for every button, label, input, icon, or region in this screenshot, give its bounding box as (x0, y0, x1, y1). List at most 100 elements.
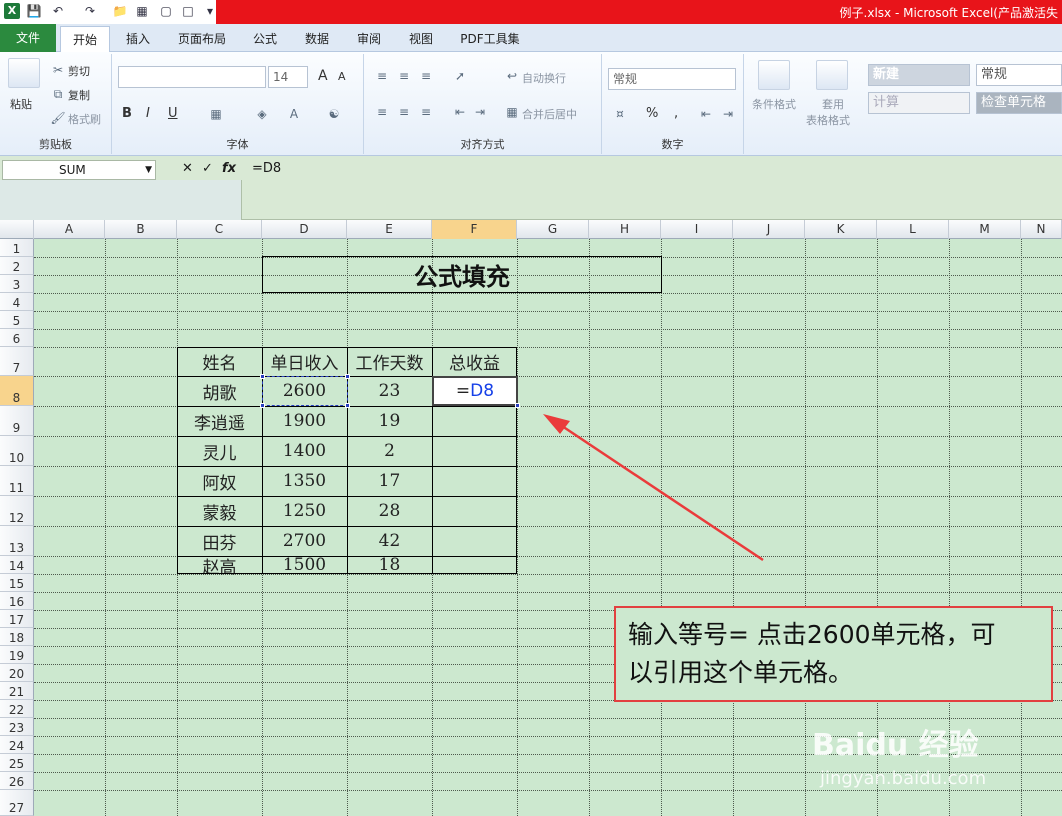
table-header[interactable]: 工作天数 (347, 347, 432, 376)
tab-formulas[interactable]: 公式 (244, 26, 286, 52)
format-painter-button[interactable]: 格式刷 (68, 111, 101, 127)
percent-button[interactable]: % (646, 106, 658, 121)
row-header-11[interactable]: 11 (0, 466, 34, 496)
cancel-icon[interactable]: ✕ (182, 161, 193, 176)
cut-button[interactable]: 剪切 (68, 63, 90, 79)
font-color-icon[interactable]: A (286, 106, 302, 122)
paste-icon[interactable] (8, 58, 40, 88)
table-cell[interactable]: 28 (347, 496, 432, 526)
wrap-text-button[interactable]: 自动换行 (522, 70, 566, 86)
fill-color-icon[interactable]: ◈ (254, 106, 270, 122)
decrease-decimal-icon[interactable]: ⇥ (720, 106, 736, 122)
save-icon[interactable]: 💾 (26, 3, 42, 19)
table-cell[interactable]: 阿奴 (177, 466, 262, 496)
row-header-27[interactable]: 27 (0, 790, 34, 816)
column-header-f[interactable]: F (432, 220, 517, 239)
table-cell[interactable]: 灵儿 (177, 436, 262, 466)
row-header-3[interactable]: 3 (0, 275, 34, 293)
row-header-7[interactable]: 7 (0, 347, 34, 376)
column-header-g[interactable]: G (517, 220, 589, 239)
table-cell[interactable]: 2 (347, 436, 432, 466)
table-cell-total[interactable] (432, 556, 517, 574)
table-header[interactable]: 姓名 (177, 347, 262, 376)
table-cell[interactable]: 2700 (262, 526, 347, 556)
table-cell[interactable]: 17 (347, 466, 432, 496)
table-cell[interactable]: 胡歌 (177, 376, 262, 406)
style-calc[interactable]: 计算 (868, 92, 970, 114)
row-header-18[interactable]: 18 (0, 628, 34, 646)
column-header-i[interactable]: I (661, 220, 733, 239)
table-header[interactable]: 单日收入 (262, 347, 347, 376)
tab-insert[interactable]: 插入 (116, 26, 160, 52)
table-cell[interactable]: 1350 (262, 466, 347, 496)
table-header[interactable]: 总收益 (432, 347, 517, 376)
redo-icon[interactable]: ↷ (82, 3, 98, 19)
decrease-indent-icon[interactable]: ⇤ (452, 104, 468, 120)
row-header-25[interactable]: 25 (0, 754, 34, 772)
row-header-17[interactable]: 17 (0, 610, 34, 628)
column-header-e[interactable]: E (347, 220, 432, 239)
fill-handle[interactable] (515, 403, 520, 408)
paste-button[interactable]: 粘贴 (10, 96, 32, 112)
style-new[interactable]: 新建 (868, 64, 970, 86)
table-cell[interactable]: 赵高 (177, 556, 262, 578)
border-icon[interactable]: ▦ (208, 106, 224, 122)
conditional-format-button[interactable]: 条件格式 (752, 96, 796, 112)
row-header-20[interactable]: 20 (0, 664, 34, 682)
style-normal[interactable]: 常规 (976, 64, 1062, 86)
undo-icon[interactable]: ↶ (50, 3, 66, 19)
align-right-icon[interactable]: ≡ (418, 104, 434, 120)
table-cell-total[interactable] (432, 466, 517, 496)
row-header-13[interactable]: 13 (0, 526, 34, 556)
row-header-26[interactable]: 26 (0, 772, 34, 790)
row-header-2[interactable]: 2 (0, 257, 34, 275)
tab-file[interactable]: 文件 (0, 24, 56, 52)
merge-center-button[interactable]: 合并后居中 (522, 106, 577, 122)
align-bottom-icon[interactable]: ≡ (418, 68, 434, 84)
increase-decimal-icon[interactable]: ⇤ (698, 106, 714, 122)
font-name-box[interactable] (118, 66, 266, 88)
name-box[interactable]: SUM ▼ (2, 160, 156, 180)
sheet-title[interactable]: 公式填充 (262, 256, 662, 293)
column-header-j[interactable]: J (733, 220, 805, 239)
print-preview-icon[interactable]: ▢ (158, 3, 174, 19)
table-cell[interactable]: 1900 (262, 406, 347, 436)
format-as-table-icon[interactable] (816, 60, 848, 90)
row-header-1[interactable]: 1 (0, 239, 34, 257)
underline-button[interactable]: U (168, 106, 178, 121)
active-cell[interactable]: = D8 (432, 376, 518, 406)
column-header-d[interactable]: D (262, 220, 347, 239)
tab-page-layout[interactable]: 页面布局 (170, 26, 234, 52)
new-file-icon[interactable]: □ (180, 3, 196, 19)
align-left-icon[interactable]: ≡ (374, 104, 390, 120)
table-cell[interactable]: 1250 (262, 496, 347, 526)
row-header-24[interactable]: 24 (0, 736, 34, 754)
tab-data[interactable]: 数据 (296, 26, 338, 52)
open-folder-icon[interactable]: 📁 (112, 3, 128, 19)
copy-button[interactable]: 复制 (68, 87, 90, 103)
tab-home[interactable]: 开始 (60, 26, 110, 53)
row-header-12[interactable]: 12 (0, 496, 34, 526)
column-header-b[interactable]: B (105, 220, 177, 239)
table-cell-total[interactable] (432, 526, 517, 556)
comma-button[interactable]: , (674, 106, 678, 121)
insert-function-icon[interactable]: fx (222, 161, 236, 176)
currency-icon[interactable]: ¤ (612, 106, 628, 122)
row-header-19[interactable]: 19 (0, 646, 34, 664)
row-header-6[interactable]: 6 (0, 329, 34, 347)
row-header-15[interactable]: 15 (0, 574, 34, 592)
align-top-icon[interactable]: ≡ (374, 68, 390, 84)
tab-review[interactable]: 审阅 (348, 26, 390, 52)
column-header-a[interactable]: A (34, 220, 105, 239)
formula-input[interactable]: =D8 (252, 161, 281, 176)
format-as-table-button[interactable]: 套用 (822, 96, 844, 112)
row-header-9[interactable]: 9 (0, 406, 34, 436)
table-cell[interactable]: 田芬 (177, 526, 262, 556)
orientation-icon[interactable]: ➚ (452, 68, 468, 84)
conditional-format-icon[interactable] (758, 60, 790, 90)
row-header-14[interactable]: 14 (0, 556, 34, 574)
row-header-16[interactable]: 16 (0, 592, 34, 610)
column-header-c[interactable]: C (177, 220, 262, 239)
row-header-22[interactable]: 22 (0, 700, 34, 718)
table-cell[interactable]: 李逍遥 (177, 406, 262, 436)
